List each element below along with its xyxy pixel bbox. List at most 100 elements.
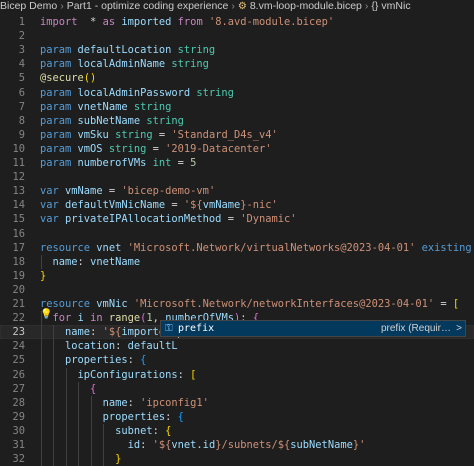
line-number[interactable]: 27 [0,382,25,396]
code-text[interactable]: id: '${vnet.id}/subnets/${subNetName}' [40,438,365,452]
code-line[interactable]: 7 param vnetName string [0,100,474,114]
line-number[interactable]: 18 [0,255,25,269]
code-text[interactable]: @secure() [40,71,96,85]
code-line[interactable]: 9 param vmSku string = 'Standard_D4s_v4' [0,128,474,142]
code-line[interactable]: 19} [0,269,474,283]
code-line[interactable]: 24 location: defaultL [0,339,474,353]
breadcrumb-item-subfolder[interactable]: Part1 - optimize coding experience [67,0,229,13]
line-number[interactable]: 3 [0,43,25,57]
line-number[interactable]: 5 [0,71,25,85]
line-number[interactable]: 6 [0,86,25,100]
line-number[interactable]: 14 [0,198,25,212]
code-line[interactable]: 10 param vmOS string = '2019-Datacenter' [0,142,474,156]
line-number[interactable]: 10 [0,142,25,156]
code-line[interactable]: 18 name: vnetName [0,255,474,269]
code-text[interactable]: param vmOS string = '2019-Datacenter' [40,142,272,156]
line-number[interactable]: 19 [0,269,25,283]
suggestion-label[interactable]: prefix [178,321,214,336]
code-line[interactable]: 32 } [0,452,474,466]
code-text[interactable]: param localAdminPassword string [40,86,234,100]
line-number[interactable]: 20 [0,283,25,297]
line-number[interactable]: 22 [0,311,25,325]
code-token: { [90,383,96,395]
code-line[interactable]: 14 var defaultVmNicName = '${vmName}-nic' [0,198,474,212]
code-text[interactable]: resource vnet 'Microsoft.Network/virtual… [40,241,474,255]
code-line[interactable]: 11 param numberofVMs int = 5 [0,156,474,170]
code-line[interactable]: 13 var vmName = 'bicep-demo-vm' [0,184,474,198]
code-token: defaultLocation [71,44,171,56]
code-line[interactable]: 27 { [0,382,474,396]
line-number[interactable]: 2 [0,29,25,43]
code-text[interactable]: var vmName = 'bicep-demo-vm' [40,184,215,198]
code-line[interactable]: 1 import * as imported from '8.avd-module… [0,15,474,29]
line-number[interactable]: 7 [0,100,25,114]
line-number[interactable]: 9 [0,128,25,142]
line-number[interactable]: 23 [0,325,25,339]
code-text[interactable]: param vmSku string = 'Standard_D4s_v4' [40,128,278,142]
line-number[interactable]: 29 [0,410,25,424]
code-line[interactable]: 2 [0,29,474,43]
chevron-right-icon[interactable]: > [456,321,462,336]
line-number[interactable]: 24 [0,339,25,353]
code-line[interactable]: 16 [0,227,474,241]
code-token: int [146,157,171,169]
code-text[interactable]: param vnetName string [40,100,171,114]
code-line[interactable]: 3 param defaultLocation string [0,43,474,57]
code-text[interactable]: location: defaultL [40,339,178,353]
line-number[interactable]: 11 [0,156,25,170]
breadcrumb-item-folder[interactable]: Bicep Demo [0,0,57,13]
code-token: : [128,397,141,409]
line-number[interactable]: 1 [0,15,25,29]
line-number[interactable]: 30 [0,424,25,438]
line-number[interactable]: 32 [0,452,25,466]
code-line[interactable]: 12 [0,170,474,184]
code-line[interactable]: 17 resource vnet 'Microsoft.Network/virtu… [0,241,474,255]
code-text[interactable]: { [40,382,96,396]
code-line[interactable]: 4 param localAdminName string [0,57,474,71]
line-number[interactable]: 17 [0,241,25,255]
line-number[interactable]: 15 [0,212,25,226]
code-line[interactable]: 26 ipConfigurations: [ [0,368,474,382]
suggestion-widget[interactable]: ⚿ prefix prefix (Requir… > [160,320,466,337]
code-line[interactable]: 29 properties: { [0,410,474,424]
line-number[interactable]: 8 [0,114,25,128]
line-number[interactable]: 26 [0,368,25,382]
code-line[interactable]: 25 properties: { [0,353,474,367]
code-line[interactable]: 31 id: '${vnet.id}/subnets/${subNetName}… [0,438,474,452]
code-line[interactable]: 21 resource vmNic 'Microsoft.Network/netw… [0,297,474,311]
code-line[interactable]: 6 param localAdminPassword string [0,86,474,100]
line-number[interactable]: 28 [0,396,25,410]
code-text[interactable]: resource vmNic 'Microsoft.Network/networ… [40,297,459,311]
breadcrumb-item-symbol[interactable]: vmNic [381,0,410,13]
line-number[interactable]: 21 [0,297,25,311]
code-line[interactable]: 15 var privateIPAllocationMethod = 'Dynam… [0,212,474,226]
code-text[interactable]: } [40,269,46,283]
breadcrumb-item-file[interactable]: 8.vm-loop-module.bicep [250,0,362,13]
code-text[interactable]: param defaultLocation string [40,43,215,57]
code-text[interactable]: name: vnetName [40,255,140,269]
code-editor[interactable]: 1 import * as imported from '8.avd-module… [0,15,474,442]
code-text[interactable]: param subNetName string [40,114,184,128]
line-number[interactable]: 12 [0,170,25,184]
code-line[interactable]: 5 @secure() [0,71,474,85]
code-line[interactable]: 20 [0,283,474,297]
code-text[interactable]: properties: { [40,353,146,367]
line-number[interactable]: 31 [0,438,25,452]
line-number[interactable]: 16 [0,227,25,241]
code-text[interactable]: param numberofVMs int = 5 [40,156,196,170]
code-text[interactable]: var defaultVmNicName = '${vmName}-nic' [40,198,278,212]
code-text[interactable]: param localAdminName string [40,57,209,71]
code-text[interactable]: subnet: { [40,424,171,438]
code-text[interactable]: var privateIPAllocationMethod = 'Dynamic… [40,212,297,226]
code-line[interactable]: 30 subnet: { [0,424,474,438]
lightbulb-icon[interactable]: 💡 [40,309,51,321]
code-text[interactable]: import * as imported from '8.avd-module.… [40,15,334,29]
code-text[interactable]: properties: { [40,410,184,424]
line-number[interactable]: 13 [0,184,25,198]
code-token: vnetName [71,101,127,113]
code-line[interactable]: 28 name: 'ipconfig1' [0,396,474,410]
line-number[interactable]: 25 [0,353,25,367]
code-text[interactable]: ipConfigurations: [ [40,368,196,382]
line-number[interactable]: 4 [0,57,25,71]
code-line[interactable]: 8 param subNetName string [0,114,474,128]
